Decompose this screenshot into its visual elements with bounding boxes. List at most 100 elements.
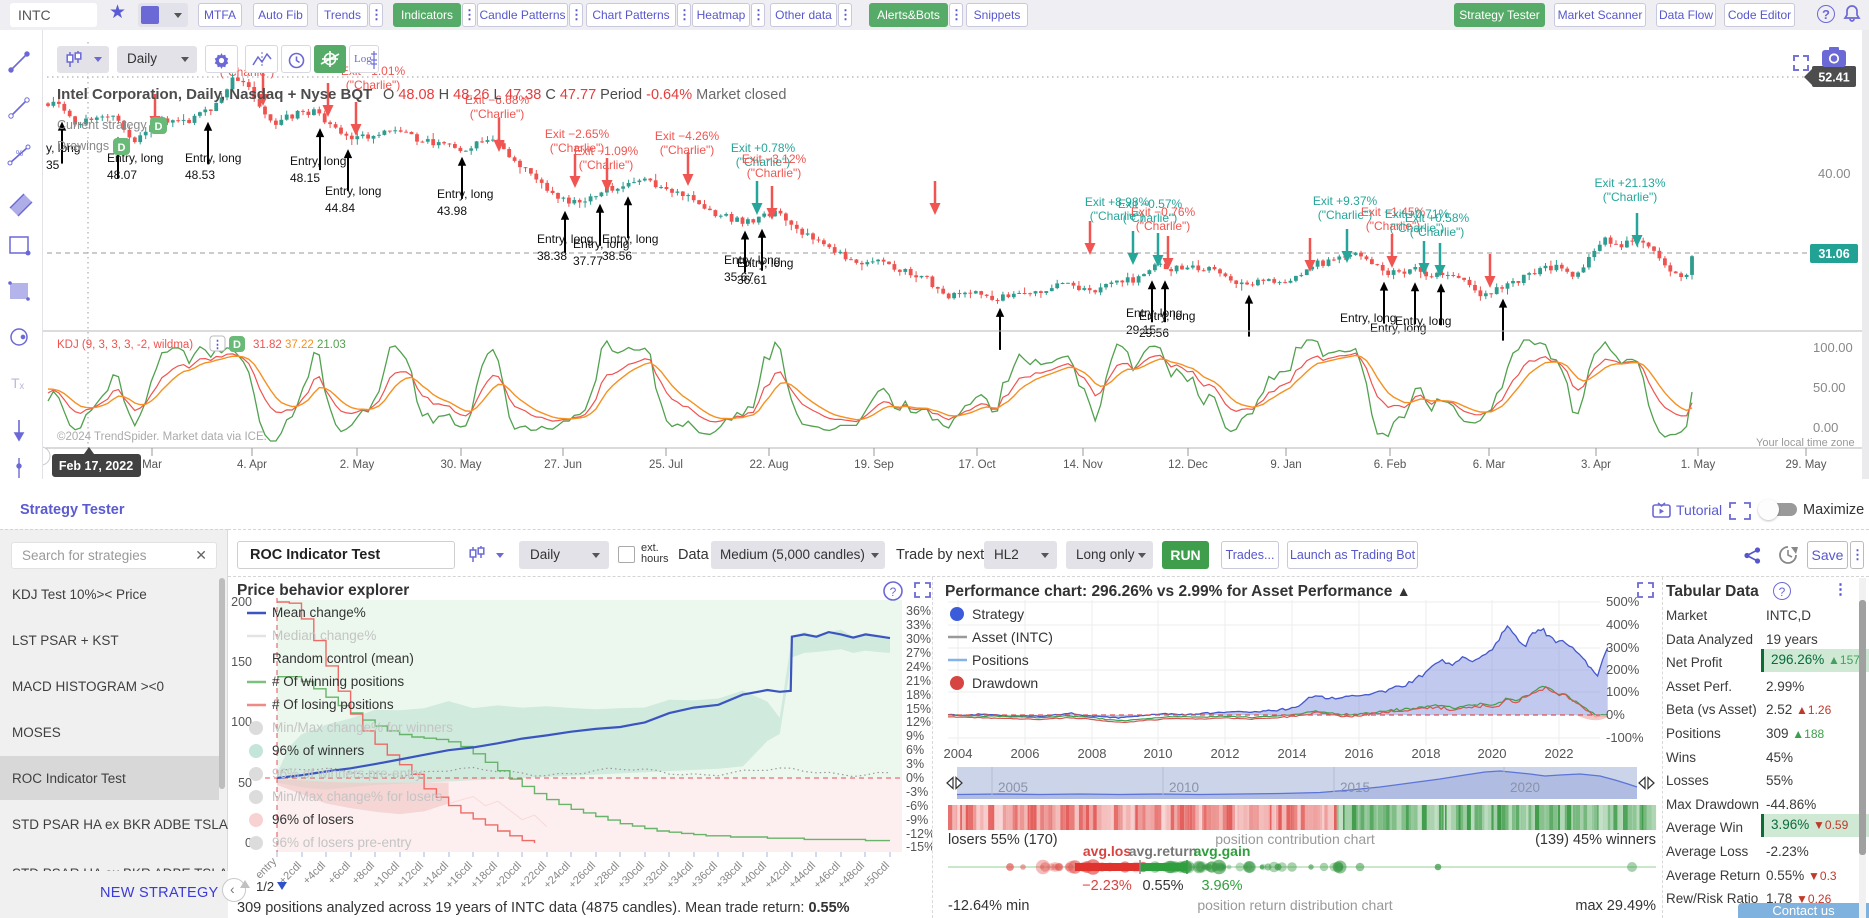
svg-text:2010: 2010 (1144, 746, 1173, 761)
svg-text:18%: 18% (906, 688, 931, 702)
svg-text:D: D (155, 121, 163, 133)
svg-text:Performance chart: 296.26% vs: Performance chart: 296.26% vs 2.99% for … (945, 583, 1411, 600)
svg-text:2022: 2022 (1545, 746, 1574, 761)
svg-text:29.56: 29.56 (1139, 326, 1169, 340)
svg-text:31.06: 31.06 (1818, 247, 1849, 261)
svg-text:2010: 2010 (1169, 780, 1199, 795)
svg-text:25. Jul: 25. Jul (649, 459, 683, 471)
svg-text:Strategy: Strategy (972, 606, 1024, 622)
svg-text:Drawdown: Drawdown (972, 675, 1038, 691)
svg-text:Exit −4.26%: Exit −4.26% (655, 129, 720, 143)
svg-text:2005: 2005 (998, 780, 1028, 795)
svg-text:position return distribution c: position return distribution chart (1197, 897, 1392, 913)
svg-text:12. Dec: 12. Dec (1168, 459, 1208, 471)
svg-text:−2.23%: −2.23% (1082, 878, 1132, 894)
svg-text:Exit −3.12%: Exit −3.12% (742, 152, 807, 166)
svg-text:27%: 27% (906, 646, 931, 660)
svg-text:Price behavior explorer: Price behavior explorer (237, 582, 409, 599)
svg-text:309 positions analyzed across: 309 positions analyzed across 19 years o… (237, 900, 850, 916)
svg-text:37.77: 37.77 (573, 254, 603, 268)
svg-text:150: 150 (231, 655, 252, 669)
svg-text:22. Aug: 22. Aug (749, 459, 788, 471)
svg-text:96% of winners pre-entry: 96% of winners pre-entry (272, 766, 422, 781)
svg-text:2008: 2008 (1078, 746, 1107, 761)
svg-text:100: 100 (231, 715, 252, 729)
svg-text:-6%: -6% (906, 799, 928, 813)
svg-text:36%: 36% (906, 604, 931, 618)
svg-text:30%: 30% (906, 632, 931, 646)
svg-text:+6cdl: +6cdl (326, 860, 353, 887)
svg-text:2016: 2016 (1345, 746, 1374, 761)
svg-text:36.61: 36.61 (737, 273, 767, 287)
svg-text:200%: 200% (1606, 662, 1640, 677)
svg-text:("Charlie"): ("Charlie") (1410, 225, 1465, 239)
svg-text:+16cdl: +16cdl (443, 860, 475, 892)
svg-text:44.84: 44.84 (325, 201, 355, 215)
svg-text:("Charlie"): ("Charlie") (747, 166, 802, 180)
svg-text:500%: 500% (1606, 594, 1640, 609)
svg-text:3.96%: 3.96% (1201, 878, 1242, 894)
svg-text:-9%: -9% (906, 813, 928, 827)
svg-text:48.53: 48.53 (185, 168, 215, 182)
svg-text:52.41: 52.41 (1818, 71, 1849, 85)
svg-text:6. Feb: 6. Feb (1374, 459, 1407, 471)
svg-text:50: 50 (238, 776, 252, 790)
svg-text:9%: 9% (906, 729, 924, 743)
svg-text:14. Nov: 14. Nov (1063, 459, 1103, 471)
svg-text:15%: 15% (906, 702, 931, 716)
svg-text:⋮: ⋮ (212, 339, 223, 351)
svg-text:+28cdl: +28cdl (590, 860, 622, 892)
svg-text:21%: 21% (906, 674, 931, 688)
svg-text:0.55%: 0.55% (1142, 878, 1183, 894)
svg-text:19. Sep: 19. Sep (854, 459, 894, 471)
svg-text:Exit −2.65%: Exit −2.65% (545, 127, 610, 141)
svg-text:-100%: -100% (1606, 730, 1644, 745)
svg-text:+32cdl: +32cdl (639, 860, 671, 892)
svg-text:Asset (INTC): Asset (INTC) (972, 629, 1053, 645)
svg-text:Entry, long: Entry, long (1370, 321, 1426, 335)
svg-text:+24cdl: +24cdl (541, 860, 573, 892)
svg-text:avg.gain: avg.gain (1194, 843, 1251, 859)
svg-text:0%: 0% (1606, 707, 1625, 722)
svg-text:avg.los: avg.los (1083, 843, 1131, 859)
svg-text:100.00: 100.00 (1813, 340, 1853, 355)
svg-text:Current strategy: Current strategy (57, 118, 147, 132)
svg-text:12%: 12% (906, 715, 931, 729)
svg-text:+44cdl: +44cdl (786, 860, 818, 892)
svg-text:©2024 TrendSpider. Market data: ©2024 TrendSpider. Market data via ICE. (57, 431, 267, 443)
svg-text:Random control (mean): Random control (mean) (272, 651, 414, 666)
svg-text:Entry, long: Entry, long (325, 184, 381, 198)
svg-text:+4cdl: +4cdl (301, 860, 328, 887)
svg-text:?: ? (890, 585, 897, 599)
svg-text:2. May: 2. May (340, 459, 375, 471)
svg-text:+48cdl: +48cdl (835, 860, 867, 892)
svg-text:Median change%: Median change% (272, 628, 376, 643)
svg-text:entry: entry (253, 855, 279, 881)
svg-text:43.98: 43.98 (437, 204, 467, 218)
svg-text:Exit +0.58%: Exit +0.58% (1405, 211, 1470, 225)
svg-text:Entry, long: Entry, long (737, 256, 793, 270)
svg-text:1/2: 1/2 (256, 879, 274, 894)
svg-text:33%: 33% (906, 618, 931, 632)
svg-text:+36cdl: +36cdl (688, 860, 720, 892)
svg-text:Drawings: Drawings (57, 139, 109, 153)
svg-text:Feb 17, 2022: Feb 17, 2022 (59, 459, 133, 473)
svg-text:Entry, long: Entry, long (185, 151, 241, 165)
svg-text:2018: 2018 (1412, 746, 1441, 761)
svg-text:400%: 400% (1606, 617, 1640, 632)
svg-text:30. May: 30. May (441, 459, 482, 471)
svg-text:31.82 37.22 21.03: 31.82 37.22 21.03 (253, 339, 346, 351)
svg-text:Tₓ: Tₓ (11, 375, 25, 391)
svg-text:-12%: -12% (906, 827, 932, 841)
svg-text:2015: 2015 (1340, 780, 1370, 795)
svg-text:300%: 300% (1606, 640, 1640, 655)
svg-text:96% of losers pre-entry: 96% of losers pre-entry (272, 835, 412, 850)
svg-text:("Charlie"): ("Charlie") (1136, 219, 1191, 233)
svg-text:+40cdl: +40cdl (737, 860, 769, 892)
svg-text:48.15: 48.15 (290, 171, 320, 185)
svg-text:Mean change%: Mean change% (272, 605, 366, 620)
svg-text:Entry, long: Entry, long (1139, 309, 1195, 323)
svg-text:96% of losers: 96% of losers (272, 812, 354, 827)
svg-text:(139) 45% winners: (139) 45% winners (1535, 832, 1656, 848)
svg-text:Your local time zone: Your local time zone (1756, 437, 1855, 449)
